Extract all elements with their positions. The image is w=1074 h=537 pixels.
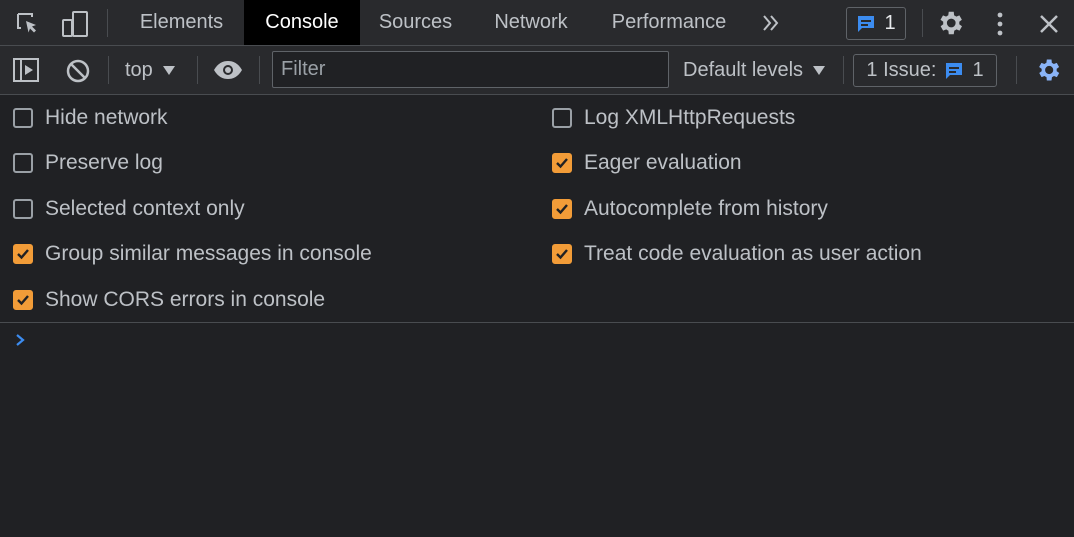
checkbox[interactable] bbox=[13, 199, 33, 219]
chevron-down-icon bbox=[813, 66, 826, 75]
setting-label: Log XMLHttpRequests bbox=[584, 106, 796, 129]
devtools-tab-bar: Elements Console Sources Network Perform… bbox=[0, 0, 1074, 46]
setting-preserve-log[interactable]: Preserve log bbox=[13, 151, 163, 175]
message-icon bbox=[858, 15, 875, 32]
setting-eager-evaluation[interactable]: Eager evaluation bbox=[552, 151, 742, 175]
log-levels-dropdown[interactable]: Default levels bbox=[683, 46, 826, 95]
issues-label: 1 Issue: bbox=[866, 59, 937, 81]
close-icon[interactable] bbox=[1036, 11, 1062, 37]
tab-sources[interactable]: Sources bbox=[364, 0, 467, 45]
divider bbox=[922, 9, 923, 37]
checkbox[interactable] bbox=[13, 108, 33, 128]
setting-label: Group similar messages in console bbox=[45, 242, 372, 265]
settings-gear-icon[interactable] bbox=[935, 8, 965, 38]
setting-label: Show CORS errors in console bbox=[45, 288, 326, 311]
more-tabs-chevron-icon[interactable] bbox=[758, 11, 784, 35]
console-prompt-chevron-icon[interactable] bbox=[14, 332, 28, 353]
setting-label: Treat code evaluation as user action bbox=[584, 242, 922, 265]
setting-treat-code-as-user-action[interactable]: Treat code evaluation as user action bbox=[552, 242, 922, 266]
setting-label: Autocomplete from history bbox=[584, 197, 828, 220]
tab-network[interactable]: Network bbox=[476, 0, 586, 45]
divider bbox=[107, 9, 108, 37]
issues-button[interactable]: 1 Issue: 1 bbox=[853, 54, 997, 87]
tab-elements[interactable]: Elements bbox=[124, 0, 239, 45]
setting-group-similar[interactable]: Group similar messages in console bbox=[13, 242, 372, 266]
issues-count: 1 bbox=[972, 59, 984, 81]
more-options-icon[interactable] bbox=[988, 10, 1012, 38]
checkmark-icon bbox=[556, 158, 568, 169]
checkmark-icon bbox=[556, 204, 568, 215]
issue-message-icon bbox=[946, 62, 963, 79]
console-toolbar: top Default levels 1 Issue: 1 bbox=[0, 46, 1074, 95]
context-selector[interactable]: top bbox=[125, 46, 175, 95]
checkbox-checked[interactable] bbox=[13, 244, 33, 264]
divider bbox=[197, 56, 198, 84]
log-levels-label: Default levels bbox=[683, 59, 804, 81]
checkbox[interactable] bbox=[552, 108, 572, 128]
tab-performance[interactable]: Performance bbox=[596, 0, 742, 45]
context-label: top bbox=[125, 59, 153, 81]
setting-hide-network[interactable]: Hide network bbox=[13, 106, 168, 130]
checkbox-checked[interactable] bbox=[552, 199, 572, 219]
inspect-element-icon[interactable] bbox=[14, 10, 42, 38]
checkmark-icon bbox=[556, 249, 568, 260]
setting-label: Preserve log bbox=[45, 151, 163, 174]
checkbox-checked[interactable] bbox=[552, 153, 572, 173]
setting-label: Eager evaluation bbox=[584, 151, 742, 174]
filter-input[interactable] bbox=[272, 51, 669, 88]
divider bbox=[843, 56, 844, 84]
setting-show-cors-errors[interactable]: Show CORS errors in console bbox=[13, 288, 325, 312]
setting-log-xhr[interactable]: Log XMLHttpRequests bbox=[552, 106, 795, 130]
console-settings-pane: Hide network Preserve log Selected conte… bbox=[0, 95, 1074, 323]
divider bbox=[108, 56, 109, 84]
clear-console-icon[interactable] bbox=[64, 57, 92, 85]
checkmark-icon bbox=[17, 295, 29, 306]
checkbox-checked[interactable] bbox=[552, 244, 572, 264]
setting-label: Hide network bbox=[45, 106, 168, 129]
checkmark-icon bbox=[17, 249, 29, 260]
divider bbox=[259, 56, 260, 84]
live-expression-eye-icon[interactable] bbox=[212, 58, 244, 82]
setting-label: Selected context only bbox=[45, 197, 245, 220]
checkbox-checked[interactable] bbox=[13, 290, 33, 310]
console-settings-gear-icon[interactable] bbox=[1034, 56, 1062, 84]
messages-badge-button[interactable]: 1 bbox=[846, 7, 906, 40]
setting-autocomplete-history[interactable]: Autocomplete from history bbox=[552, 197, 828, 221]
setting-selected-context-only[interactable]: Selected context only bbox=[13, 197, 245, 221]
checkbox[interactable] bbox=[13, 153, 33, 173]
divider bbox=[1016, 56, 1017, 84]
chevron-down-icon bbox=[162, 66, 175, 75]
tab-console[interactable]: Console bbox=[244, 0, 360, 45]
messages-count: 1 bbox=[884, 12, 896, 34]
device-toolbar-icon[interactable] bbox=[60, 9, 90, 39]
show-sidebar-icon[interactable] bbox=[11, 56, 41, 84]
